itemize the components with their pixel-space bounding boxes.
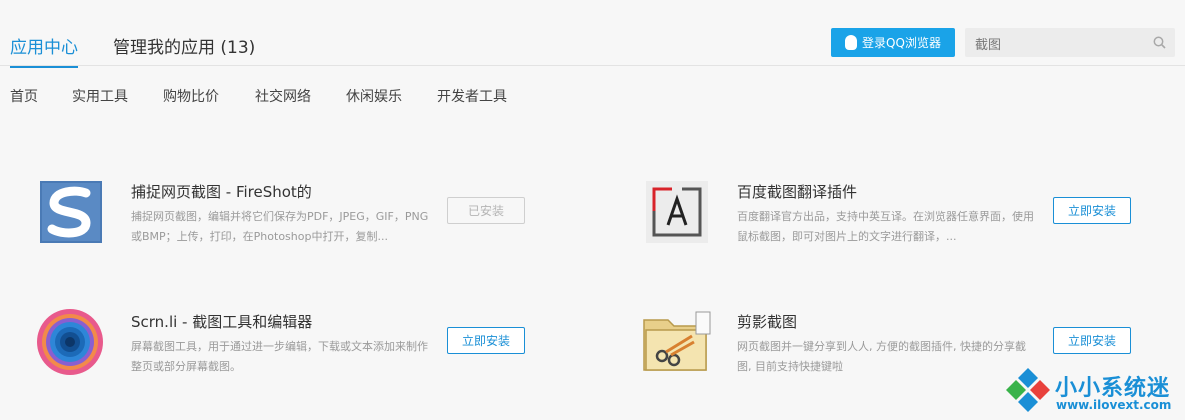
login-qq-browser-button[interactable]: 登录QQ浏览器	[831, 28, 955, 57]
scrnli-logo-icon[interactable]	[36, 308, 104, 376]
app-description: 百度翻译官方出品，支持中英互译。在浏览器任意界面，使用鼠标截图，即可对图片上的文…	[737, 210, 1034, 243]
app-card-fireshot: 捕捉网页截图 - FireShot的 捕捉网页截图，编辑并将它们保存为PDF，J…	[40, 181, 560, 261]
app-title[interactable]: 剪影截图	[737, 311, 797, 332]
install-button[interactable]: 立即安装	[1053, 327, 1131, 354]
installed-button: 已安装	[447, 197, 525, 224]
nav-item-tools[interactable]: 实用工具	[72, 86, 128, 106]
nav-item-shopping[interactable]: 购物比价	[163, 86, 219, 106]
nav-item-developer[interactable]: 开发者工具	[437, 86, 507, 106]
app-title[interactable]: Scrn.li - 截图工具和编辑器	[131, 311, 312, 332]
header-bar: 应用中心 管理我的应用 (13) 登录QQ浏览器	[0, 0, 1185, 68]
install-button[interactable]: 立即安装	[1053, 197, 1131, 224]
fireshot-logo-icon[interactable]	[40, 181, 102, 243]
baidu-translate-logo-icon[interactable]	[646, 181, 708, 243]
app-description: 屏幕截图工具，用于通过进一步编辑，下载或文本添加来制作整页或部分屏幕截图。	[131, 340, 428, 373]
qq-penguin-icon	[845, 35, 858, 50]
app-title[interactable]: 捕捉网页截图 - FireShot的	[131, 181, 312, 202]
app-description: 捕捉网页截图，编辑并将它们保存为PDF，JPEG，GIF，PNG或BMP；上传，…	[131, 210, 429, 243]
search-box[interactable]	[965, 28, 1175, 59]
app-card-baidu-translate: 百度截图翻译插件 百度翻译官方出品，支持中英互译。在浏览器任意界面，使用鼠标截图…	[646, 181, 1166, 261]
tab-manage-apps[interactable]: 管理我的应用 (13)	[113, 33, 255, 58]
app-title[interactable]: 百度截图翻译插件	[737, 181, 857, 202]
app-card-scrnli: Scrn.li - 截图工具和编辑器 屏幕截图工具，用于通过进一步编辑，下载或文…	[37, 309, 560, 391]
watermark-url: www.ilovext.com	[1056, 398, 1172, 412]
site-watermark: 小小系统迷 www.ilovext.com	[1000, 362, 1185, 420]
folder-scissors-logo-icon[interactable]	[640, 308, 714, 376]
search-input[interactable]	[973, 28, 1147, 59]
search-icon[interactable]	[1153, 36, 1166, 49]
login-qq-browser-label: 登录QQ浏览器	[862, 36, 941, 50]
header-divider	[0, 65, 1185, 66]
app-description: 网页截图并一键分享到人人, 方便的截图插件, 快捷的分享截图, 目前支持快捷键啦	[737, 340, 1026, 373]
install-button[interactable]: 立即安装	[447, 327, 525, 354]
nav-item-home[interactable]: 首页	[10, 86, 38, 106]
nav-item-social[interactable]: 社交网络	[255, 86, 311, 106]
watermark-logo-icon	[1006, 368, 1050, 412]
tab-app-center[interactable]: 应用中心	[10, 33, 78, 68]
nav-item-entertainment[interactable]: 休闲娱乐	[346, 86, 402, 106]
